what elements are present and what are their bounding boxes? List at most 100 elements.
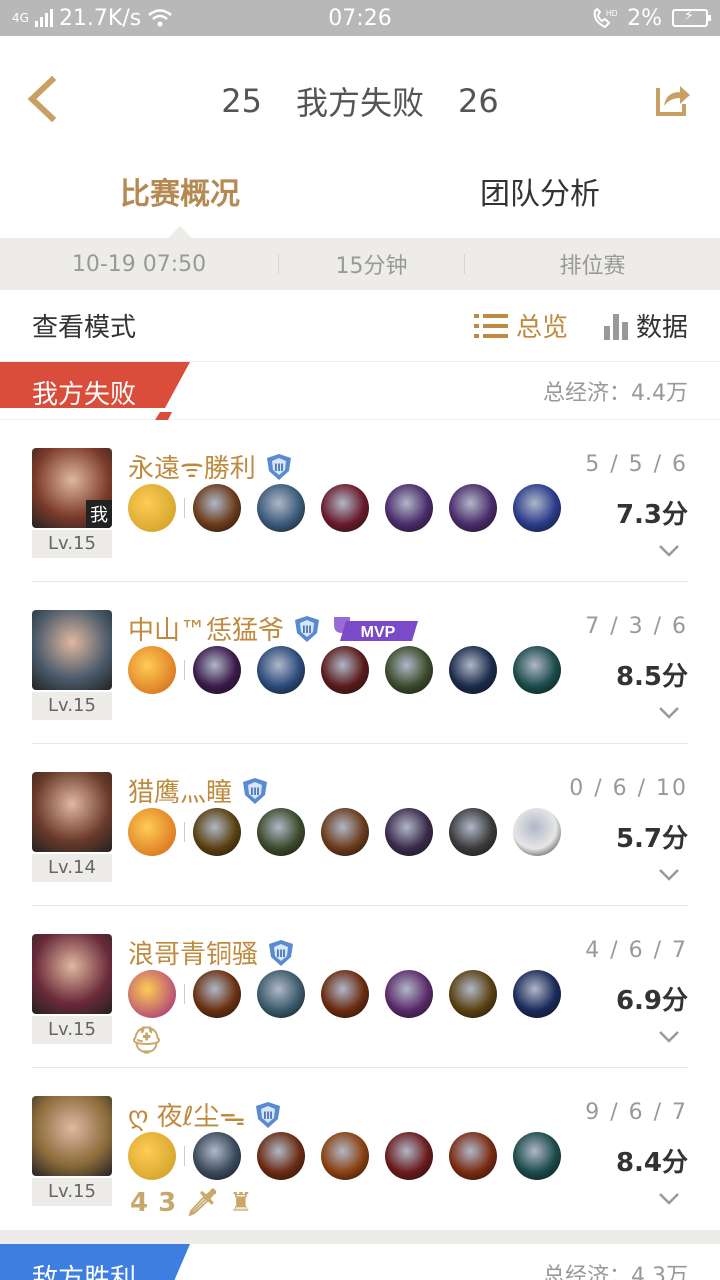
equipment-item-icon bbox=[513, 808, 561, 856]
achievement-badge: 3 bbox=[158, 1188, 177, 1218]
match-result: 我方失败 bbox=[295, 84, 424, 122]
equipment-item-icon bbox=[257, 484, 305, 532]
equipment-item-icon bbox=[257, 970, 305, 1018]
equipment-item-icon bbox=[513, 970, 561, 1018]
right-score: 26 bbox=[458, 82, 499, 120]
divider bbox=[184, 984, 185, 1004]
equipment-item-icon bbox=[321, 484, 369, 532]
battery-percent: 2% bbox=[627, 5, 662, 31]
equipment-item-icon bbox=[193, 808, 241, 856]
equipment-item-icon bbox=[513, 484, 561, 532]
divider bbox=[184, 660, 185, 680]
equipment-item-icon bbox=[193, 484, 241, 532]
tab-bar: 比赛概况 团队分析 bbox=[0, 166, 720, 238]
enemy-team-economy: 总经济：4.3万 bbox=[543, 1264, 688, 1280]
tower-icon: ♜ bbox=[229, 1188, 253, 1218]
network-speed: 21.7K/s bbox=[58, 5, 142, 31]
equipment-item-icon bbox=[385, 970, 433, 1018]
player-level: Lv.15 bbox=[32, 692, 112, 720]
chevron-down-icon[interactable] bbox=[658, 544, 680, 558]
rank-shield-icon: III bbox=[269, 939, 294, 966]
list-icon bbox=[473, 313, 508, 338]
match-info-bar: 10-19 07:50 15分钟 排位赛 bbox=[0, 238, 720, 290]
svg-text:III: III bbox=[302, 624, 311, 636]
summoner-spell-icon bbox=[128, 970, 176, 1018]
hd-call-icon: HD bbox=[593, 7, 617, 29]
svg-text:III: III bbox=[276, 948, 285, 960]
equipment-item-icon bbox=[321, 1132, 369, 1180]
player-score: 8.4分 bbox=[615, 1148, 688, 1178]
data-toggle[interactable]: 数据 bbox=[603, 307, 688, 344]
match-duration: 15分钟 bbox=[335, 254, 408, 279]
player-name[interactable]: ღ 夜ℓ尘ᯓ bbox=[128, 1096, 245, 1133]
player-name[interactable]: 永遠ᯤ勝利 bbox=[128, 448, 256, 485]
chevron-down-icon[interactable] bbox=[658, 706, 680, 720]
team-header: 我方失败 总经济：4.4万 bbox=[0, 362, 720, 420]
divider bbox=[184, 1146, 185, 1166]
active-tab-indicator bbox=[168, 226, 192, 238]
player-name[interactable]: 中山™恁猛爷 bbox=[128, 610, 284, 647]
summoner-spell-icon bbox=[128, 646, 176, 694]
chevron-down-icon[interactable] bbox=[658, 868, 680, 882]
equipment-list bbox=[128, 484, 577, 532]
equipment-list bbox=[128, 808, 577, 856]
equipment-item-icon bbox=[321, 970, 369, 1018]
view-mode-bar: 查看模式 总览 数据 bbox=[0, 290, 720, 362]
wifi-icon bbox=[148, 9, 173, 27]
team-name: 我方失败 bbox=[32, 380, 137, 410]
hero-avatar: 我 bbox=[32, 448, 112, 528]
player-kda: 4 / 6 / 7 bbox=[585, 938, 688, 963]
mvp-badge: MVP bbox=[334, 616, 419, 641]
equipment-item-icon bbox=[449, 1132, 497, 1180]
left-score: 25 bbox=[221, 82, 262, 120]
player-level: Lv.15 bbox=[32, 1016, 112, 1044]
svg-text:HD: HD bbox=[606, 9, 617, 18]
equipment-item-icon bbox=[449, 484, 497, 532]
divider bbox=[184, 822, 185, 842]
rank-shield-icon: III bbox=[266, 453, 291, 480]
equipment-item-icon bbox=[449, 970, 497, 1018]
share-icon[interactable] bbox=[654, 80, 692, 118]
tab-team-analysis[interactable]: 团队分析 bbox=[360, 166, 720, 238]
hero-avatar bbox=[32, 1096, 112, 1176]
player-kda: 9 / 6 / 7 bbox=[585, 1100, 688, 1125]
team-economy: 总经济：4.4万 bbox=[543, 380, 688, 406]
player-row[interactable]: Lv.15 浪哥青铜骚 III ⛑ 4 / 6 / 7 6.9分 bbox=[32, 906, 688, 1068]
player-score: 6.9分 bbox=[615, 986, 688, 1016]
equipment-item-icon bbox=[321, 808, 369, 856]
header: 25 我方失败 26 bbox=[0, 36, 720, 166]
match-mode: 排位赛 bbox=[559, 254, 626, 279]
achievement-badges: 4 3 🗡 ♜ bbox=[130, 1188, 253, 1218]
overview-label: 总览 bbox=[515, 313, 568, 343]
chevron-down-icon[interactable] bbox=[658, 1030, 680, 1044]
svg-text:III: III bbox=[250, 786, 259, 798]
achievement-badges: ⛑ bbox=[130, 1026, 163, 1056]
chevron-down-icon[interactable] bbox=[658, 1192, 680, 1206]
equipment-item-icon bbox=[385, 808, 433, 856]
signal-icon bbox=[34, 9, 53, 27]
equipment-item-icon bbox=[257, 1132, 305, 1180]
status-bar: 4G 21.7K/s 07:26 HD 2% ⚡ bbox=[0, 0, 720, 36]
player-row[interactable]: 我 Lv.15 永遠ᯤ勝利 III 5 / 5 / 6 7.3分 bbox=[32, 420, 688, 582]
player-row[interactable]: Lv.15 中山™恁猛爷 III MVP 7 / 3 / 6 8.5分 bbox=[32, 582, 688, 744]
player-name[interactable]: 浪哥青铜骚 bbox=[128, 934, 258, 971]
player-score: 5.7分 bbox=[615, 824, 688, 854]
view-mode-label: 查看模式 bbox=[32, 313, 137, 343]
equipment-item-icon bbox=[385, 484, 433, 532]
match-datetime: 10-19 07:50 bbox=[71, 251, 207, 277]
battery-icon: ⚡ bbox=[672, 8, 711, 27]
player-kda: 7 / 3 / 6 bbox=[585, 614, 688, 639]
player-row[interactable]: Lv.14 猎鹰灬瞳 III 0 / 6 / 10 5.7分 bbox=[32, 744, 688, 906]
player-row[interactable]: Lv.15 ღ 夜ℓ尘ᯓ III 4 3 🗡 ♜ 9 / 6 / 7 8.4分 bbox=[32, 1068, 688, 1230]
svg-text:III: III bbox=[264, 1110, 273, 1122]
overview-toggle[interactable]: 总览 bbox=[473, 307, 568, 344]
equipment-item-icon bbox=[193, 646, 241, 694]
equipment-item-icon bbox=[513, 1132, 561, 1180]
divider bbox=[184, 498, 185, 518]
network-type: 4G bbox=[12, 11, 29, 25]
hero-avatar bbox=[32, 610, 112, 690]
back-arrow-icon[interactable] bbox=[22, 74, 62, 124]
player-name[interactable]: 猎鹰灬瞳 bbox=[128, 772, 232, 809]
player-kda: 5 / 5 / 6 bbox=[585, 452, 688, 477]
player-score: 8.5分 bbox=[615, 662, 688, 692]
